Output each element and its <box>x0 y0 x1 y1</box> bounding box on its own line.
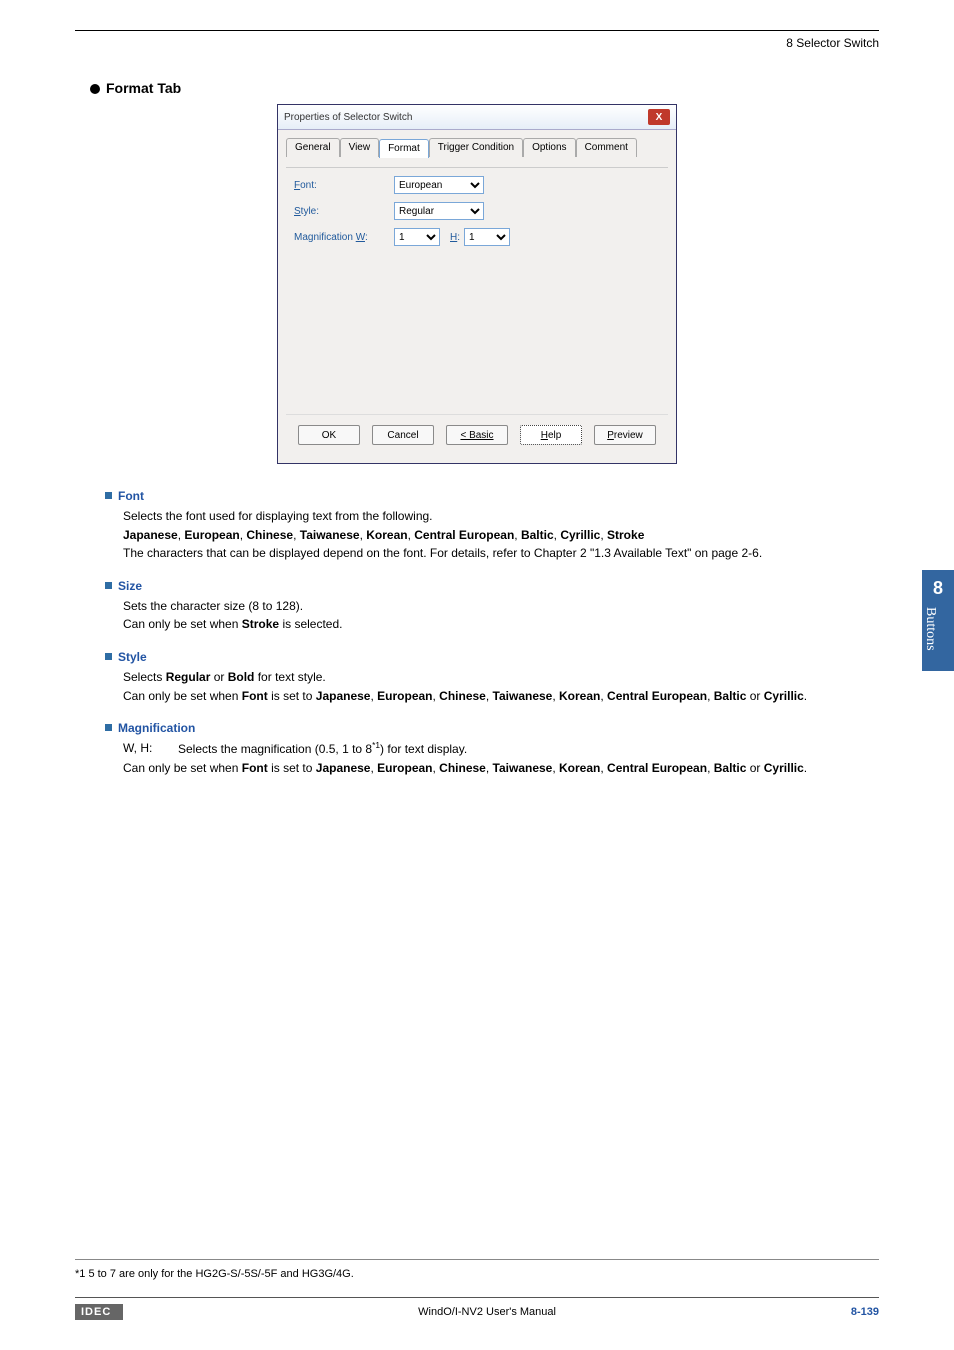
chapter-tab: 8 Buttons <box>922 570 954 671</box>
def-font-line3: The characters that can be displayed dep… <box>123 544 879 563</box>
def-size-line2: Can only be set when Stroke is selected. <box>123 615 879 634</box>
tab-format[interactable]: Format <box>379 139 429 158</box>
preview-button[interactable]: Preview <box>594 425 656 445</box>
def-font-head: Font <box>105 489 879 503</box>
dialog-tabs: General View Format Trigger Condition Op… <box>286 138 668 157</box>
def-mag-line1: W, H: Selects the magnification (0.5, 1 … <box>123 739 879 759</box>
def-style-head: Style <box>105 650 879 664</box>
square-icon <box>105 653 112 660</box>
dialog-titlebar: Properties of Selector Switch X <box>278 105 676 130</box>
def-font-line2: Japanese, European, Chinese, Taiwanese, … <box>123 526 879 545</box>
font-label: Font: <box>294 180 394 191</box>
def-mag-line2: Can only be set when Font is set to Japa… <box>123 759 879 778</box>
tab-comment[interactable]: Comment <box>576 138 637 157</box>
def-mag-head: Magnification <box>105 721 879 735</box>
tab-view[interactable]: View <box>340 138 380 157</box>
def-style-line2: Can only be set when Font is set to Japa… <box>123 687 879 706</box>
tab-options[interactable]: Options <box>523 138 575 157</box>
help-button[interactable]: Help <box>520 425 582 445</box>
bullet-icon <box>90 84 100 94</box>
ok-button[interactable]: OK <box>298 425 360 445</box>
brand-logo: IDEC <box>75 1304 123 1320</box>
def-size-head: Size <box>105 579 879 593</box>
properties-dialog: Properties of Selector Switch X General … <box>277 104 677 464</box>
font-select[interactable]: European <box>394 176 484 194</box>
magnification-label: Magnification W: <box>294 232 394 243</box>
cancel-button[interactable]: Cancel <box>372 425 434 445</box>
tab-general[interactable]: General <box>286 138 340 157</box>
def-font-line1: Selects the font used for displaying tex… <box>123 507 879 526</box>
style-select[interactable]: Regular <box>394 202 484 220</box>
manual-title: WindO/I-NV2 User's Manual <box>418 1306 556 1318</box>
def-size-line1: Sets the character size (8 to 128). <box>123 597 879 616</box>
chapter-label: Buttons <box>922 607 938 651</box>
header-breadcrumb: 8 Selector Switch <box>75 36 879 50</box>
tab-trigger[interactable]: Trigger Condition <box>429 138 523 157</box>
footnote: *1 5 to 7 are only for the HG2G-S/-5S/-5… <box>75 1259 879 1280</box>
mag-w-select[interactable]: 1 <box>394 228 440 246</box>
square-icon <box>105 582 112 589</box>
square-icon <box>105 492 112 499</box>
mag-h-select[interactable]: 1 <box>464 228 510 246</box>
chapter-number: 8 <box>922 578 954 599</box>
style-label: Style: <box>294 206 394 217</box>
basic-button[interactable]: < Basic <box>446 425 508 445</box>
def-style-line1: Selects Regular or Bold for text style. <box>123 668 879 687</box>
close-icon[interactable]: X <box>648 109 670 125</box>
page-number: 8-139 <box>851 1306 879 1318</box>
section-heading: Format Tab <box>90 80 879 96</box>
dialog-title: Properties of Selector Switch <box>284 112 412 123</box>
square-icon <box>105 724 112 731</box>
mag-h-label: H: <box>450 232 460 243</box>
